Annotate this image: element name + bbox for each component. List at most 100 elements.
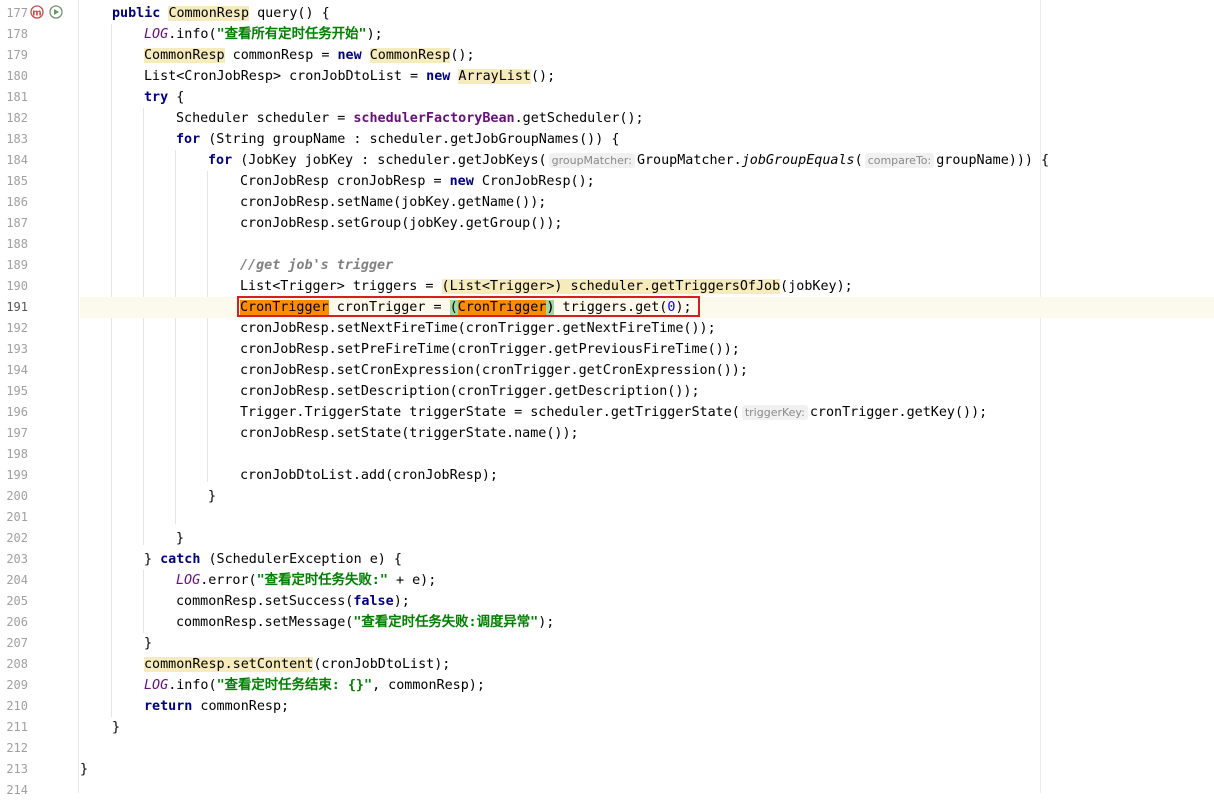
line-number: 195: [6, 384, 28, 398]
string-literal: "查看所有定时任务开始": [216, 27, 367, 42]
line-number: 183: [6, 132, 28, 146]
line-number: 186: [6, 195, 28, 209]
code-line[interactable]: cronJobResp.setGroup(jobKey.getGroup());: [80, 213, 1214, 234]
code-line[interactable]: commonResp.setSuccess(false);: [80, 591, 1214, 612]
code-text: .info(: [168, 678, 217, 693]
cast-highlight: (List<Trigger>) scheduler.getTriggersOfJ…: [441, 279, 781, 294]
code-text: (List<Trigger>): [441, 279, 563, 294]
code-text: (String groupName : scheduler.getJobGrou…: [200, 132, 620, 147]
code-text: cronJobResp.setDescription(cronTrigger.g…: [240, 384, 700, 399]
line-number: 211: [6, 720, 28, 734]
type-ref: ArrayList: [458, 69, 531, 84]
code-text: commonResp =: [224, 48, 338, 63]
code-line[interactable]: CommonResp commonResp = new CommonResp()…: [80, 45, 1214, 66]
code-line[interactable]: commonResp.setContent(cronJobDtoList);: [80, 654, 1214, 675]
line-number: 205: [6, 594, 28, 608]
code-line[interactable]: Trigger.TriggerState triggerState = sche…: [80, 402, 1214, 423]
line-number: 207: [6, 636, 28, 650]
parameter-hint: compareTo:: [864, 153, 935, 168]
code-line[interactable]: commonResp.setMessage("查看定时任务失败:调度异常");: [80, 612, 1214, 633]
code-line[interactable]: for (String groupName : scheduler.getJob…: [80, 129, 1214, 150]
code-text: }: [112, 720, 121, 735]
keyword: for: [176, 132, 201, 147]
line-number: 210: [6, 699, 28, 713]
code-text: cronJobResp.setName(jobKey.getName());: [240, 195, 547, 210]
code-text: List<Trigger> triggers =: [240, 279, 442, 294]
code-line[interactable]: public CommonResp query() {: [80, 3, 1214, 24]
code-text: ();: [530, 69, 556, 84]
line-number: 184: [6, 153, 28, 167]
code-line[interactable]: }: [80, 486, 1214, 507]
code-text: ();: [450, 48, 475, 63]
override-method-icon[interactable]: m: [30, 5, 44, 19]
code-line[interactable]: CronJobResp cronJobResp = new CronJobRes…: [80, 171, 1214, 192]
code-text: groupName))) {: [936, 153, 1050, 168]
code-text: }: [80, 762, 89, 777]
line-number: 187: [6, 216, 28, 230]
code-line[interactable]: List<Trigger> triggers = (List<Trigger>)…: [80, 276, 1214, 297]
static-field: LOG: [144, 678, 169, 693]
line-number: 178: [6, 27, 28, 41]
code-line[interactable]: cronJobResp.setDescription(cronTrigger.g…: [80, 381, 1214, 402]
code-line[interactable]: LOG.info("查看所有定时任务开始");: [80, 24, 1214, 45]
code-line[interactable]: return commonResp;: [80, 696, 1214, 717]
code-line[interactable]: //get job's trigger: [80, 255, 1214, 276]
code-text: );: [675, 300, 692, 315]
line-number: 177: [6, 6, 28, 20]
code-text: cronJobResp.setCronExpression(cronTrigge…: [240, 363, 748, 378]
method-call: jobGroupEquals: [741, 153, 855, 168]
code-text: , commonResp);: [372, 678, 485, 693]
code-text: commonResp;: [192, 699, 290, 714]
code-text: }: [144, 552, 161, 567]
code-line[interactable]: for (JobKey jobKey : scheduler.getJobKey…: [80, 150, 1214, 171]
line-number: 203: [6, 552, 28, 566]
code-line[interactable]: cronJobResp.setCronExpression(cronTrigge…: [80, 360, 1214, 381]
code-text: ) triggers.get(: [546, 300, 668, 315]
code-line[interactable]: LOG.info("查看定时任务结束: {}", commonResp);: [80, 675, 1214, 696]
code-line[interactable]: cronJobResp.setNextFireTime(cronTrigger.…: [80, 318, 1214, 339]
code-text: .info(: [168, 27, 217, 42]
code-text: .getScheduler();: [514, 111, 644, 126]
line-number: 179: [6, 48, 28, 62]
code-line[interactable]: Scheduler scheduler = schedulerFactoryBe…: [80, 108, 1214, 129]
line-number: 192: [6, 321, 28, 335]
string-literal: "查看定时任务失败:调度异常": [353, 615, 539, 630]
line-number: 191: [6, 300, 28, 314]
keyword: public: [112, 6, 161, 21]
string-literal: "查看定时任务失败:": [256, 573, 388, 588]
code-text: cronJobDtoList.add(cronJobResp);: [240, 468, 498, 483]
string-literal: "查看定时任务结束: {}": [216, 678, 373, 693]
code-text: );: [393, 594, 410, 609]
code-line[interactable]: List<CronJobResp> cronJobDtoList = new A…: [80, 66, 1214, 87]
line-number: 189: [6, 258, 28, 272]
code-text: cronJobResp.setState(triggerState.name()…: [240, 426, 579, 441]
code-text: + e);: [387, 573, 437, 588]
type-ref: CommonResp: [369, 48, 451, 63]
code-line[interactable]: }: [80, 633, 1214, 654]
run-debug-icon[interactable]: [49, 5, 63, 19]
type-ref: CommonResp: [144, 48, 225, 63]
code-line[interactable]: cronJobResp.setState(triggerState.name()…: [80, 423, 1214, 444]
code-line[interactable]: }: [80, 528, 1214, 549]
line-number: 206: [6, 615, 28, 629]
code-line[interactable]: }: [80, 717, 1214, 738]
line-number: 209: [6, 678, 28, 692]
code-text: .error(: [200, 573, 257, 588]
parameter-hint: groupMatcher:: [548, 153, 635, 168]
line-number: 185: [6, 174, 28, 188]
type-ref: CommonResp: [168, 6, 250, 21]
code-line[interactable]: try {: [80, 87, 1214, 108]
code-line[interactable]: } catch (SchedulerException e) {: [80, 549, 1214, 570]
code-line[interactable]: cronJobDtoList.add(cronJobResp);: [80, 465, 1214, 486]
line-number: 180: [6, 69, 28, 83]
line-number: 196: [6, 405, 28, 419]
code-text: query() {: [249, 6, 330, 21]
comment: //get job's trigger: [240, 258, 394, 273]
code-line[interactable]: }: [80, 759, 1214, 780]
code-line[interactable]: cronJobResp.setPreFireTime(cronTrigger.g…: [80, 339, 1214, 360]
code-line-current[interactable]: CronTrigger cronTrigger = (CronTrigger))…: [80, 297, 1214, 318]
code-line[interactable]: cronJobResp.setName(jobKey.getName());: [80, 192, 1214, 213]
code-text: }: [176, 531, 185, 546]
static-field: LOG: [176, 573, 201, 588]
code-line[interactable]: LOG.error("查看定时任务失败:" + e);: [80, 570, 1214, 591]
